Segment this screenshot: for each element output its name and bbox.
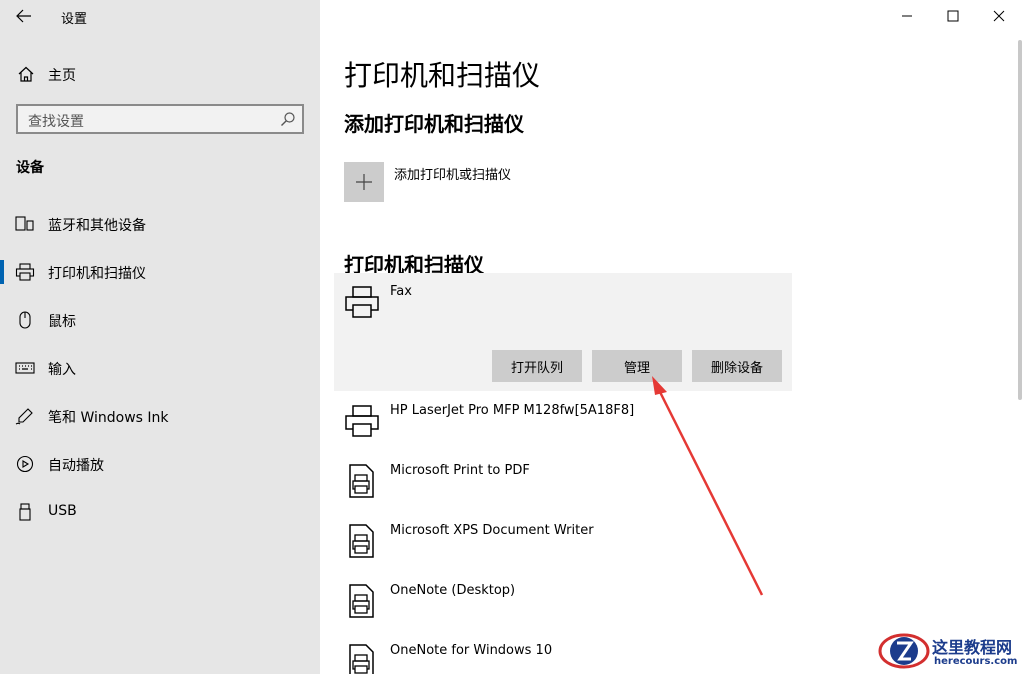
watermark-text: 这里教程网 <box>932 638 1013 657</box>
sidebar: 设置 主页 查找设置 设备 蓝牙和其他设备 打印机和扫描仪 鼠标 输入 笔和 W… <box>0 0 320 674</box>
device-item-xps[interactable]: Microsoft XPS Document Writer <box>344 523 784 573</box>
sidebar-item-pen[interactable]: 笔和 Windows Ink <box>0 396 320 436</box>
watermark-url: herecours.com <box>934 656 1018 667</box>
document-printer-icon <box>349 524 374 558</box>
watermark: 这里教程网 herecours.com <box>874 628 1022 674</box>
search-input[interactable]: 查找设置 <box>16 104 304 134</box>
autoplay-icon <box>16 455 34 473</box>
sidebar-item-label: 输入 <box>48 362 76 378</box>
document-printer-icon <box>349 584 374 618</box>
page-title: 打印机和扫描仪 <box>344 59 541 92</box>
sidebar-item-autoplay[interactable]: 自动播放 <box>0 444 320 484</box>
home-icon <box>18 66 34 82</box>
back-arrow-icon <box>16 9 31 23</box>
device-item-fax[interactable]: Fax <box>344 284 784 334</box>
remove-device-button[interactable]: 删除设备 <box>692 350 782 382</box>
sidebar-item-label: 自动播放 <box>48 458 104 474</box>
home-nav-item[interactable]: 主页 <box>0 60 320 88</box>
printer-icon <box>345 286 379 318</box>
device-name: HP LaserJet Pro MFP M128fw[5A18F8] <box>390 403 635 418</box>
pen-icon <box>15 408 33 425</box>
device-name: OneNote for Windows 10 <box>390 643 553 658</box>
watermark-logo-icon <box>878 633 930 669</box>
window-controls <box>884 0 1022 32</box>
usb-icon <box>19 503 31 521</box>
sidebar-item-label: 蓝牙和其他设备 <box>48 218 146 234</box>
app-title: 设置 <box>61 12 88 27</box>
bluetooth-devices-icon <box>15 216 34 231</box>
add-printer-button[interactable]: 添加打印机或扫描仪 <box>344 162 744 202</box>
main-content: 打印机和扫描仪 添加打印机和扫描仪 添加打印机或扫描仪 打印机和扫描仪 Fax … <box>320 0 1022 674</box>
device-item-pdf[interactable]: Microsoft Print to PDF <box>344 463 784 513</box>
back-button[interactable] <box>12 6 36 26</box>
maximize-button[interactable] <box>930 0 976 32</box>
search-placeholder: 查找设置 <box>28 114 84 130</box>
active-indicator <box>0 260 4 284</box>
printer-icon <box>15 263 35 281</box>
close-button[interactable] <box>976 0 1022 32</box>
manage-button[interactable]: 管理 <box>592 350 682 382</box>
title-bar: 设置 <box>0 0 320 32</box>
sidebar-item-usb[interactable]: USB <box>0 492 320 532</box>
home-label: 主页 <box>48 68 76 84</box>
close-icon <box>993 10 1005 22</box>
document-printer-icon <box>349 644 374 674</box>
sidebar-item-label: USB <box>48 503 77 519</box>
add-section-title: 添加打印机和扫描仪 <box>344 112 524 136</box>
printer-icon <box>345 405 379 437</box>
plus-icon <box>356 174 372 190</box>
keyboard-icon <box>15 362 35 374</box>
minimize-button[interactable] <box>884 0 930 32</box>
mouse-icon <box>19 311 31 329</box>
device-name: Microsoft Print to PDF <box>390 463 530 478</box>
minimize-icon <box>902 15 912 17</box>
device-name: Microsoft XPS Document Writer <box>390 523 594 538</box>
open-queue-button[interactable]: 打开队列 <box>492 350 582 382</box>
sidebar-item-mouse[interactable]: 鼠标 <box>0 300 320 340</box>
maximize-icon <box>947 10 959 22</box>
add-printer-label: 添加打印机或扫描仪 <box>394 168 512 183</box>
sidebar-item-label: 鼠标 <box>48 314 76 330</box>
device-name: OneNote (Desktop) <box>390 583 516 598</box>
add-tile <box>344 162 384 202</box>
sidebar-item-label: 打印机和扫描仪 <box>48 266 146 282</box>
device-name: Fax <box>390 284 412 299</box>
sidebar-item-typing[interactable]: 输入 <box>0 348 320 388</box>
sidebar-item-bluetooth[interactable]: 蓝牙和其他设备 <box>0 204 320 244</box>
device-item-onenote-desktop[interactable]: OneNote (Desktop) <box>344 583 784 633</box>
sidebar-item-printers[interactable]: 打印机和扫描仪 <box>0 252 320 292</box>
sidebar-section-title: 设备 <box>16 160 44 176</box>
search-icon[interactable] <box>280 111 296 127</box>
scrollbar[interactable] <box>1018 40 1022 400</box>
device-item-hp[interactable]: HP LaserJet Pro MFP M128fw[5A18F8] <box>344 403 784 453</box>
device-item-onenote-win10[interactable]: OneNote for Windows 10 <box>344 643 784 674</box>
sidebar-item-label: 笔和 Windows Ink <box>48 410 169 426</box>
document-printer-icon <box>349 464 374 498</box>
